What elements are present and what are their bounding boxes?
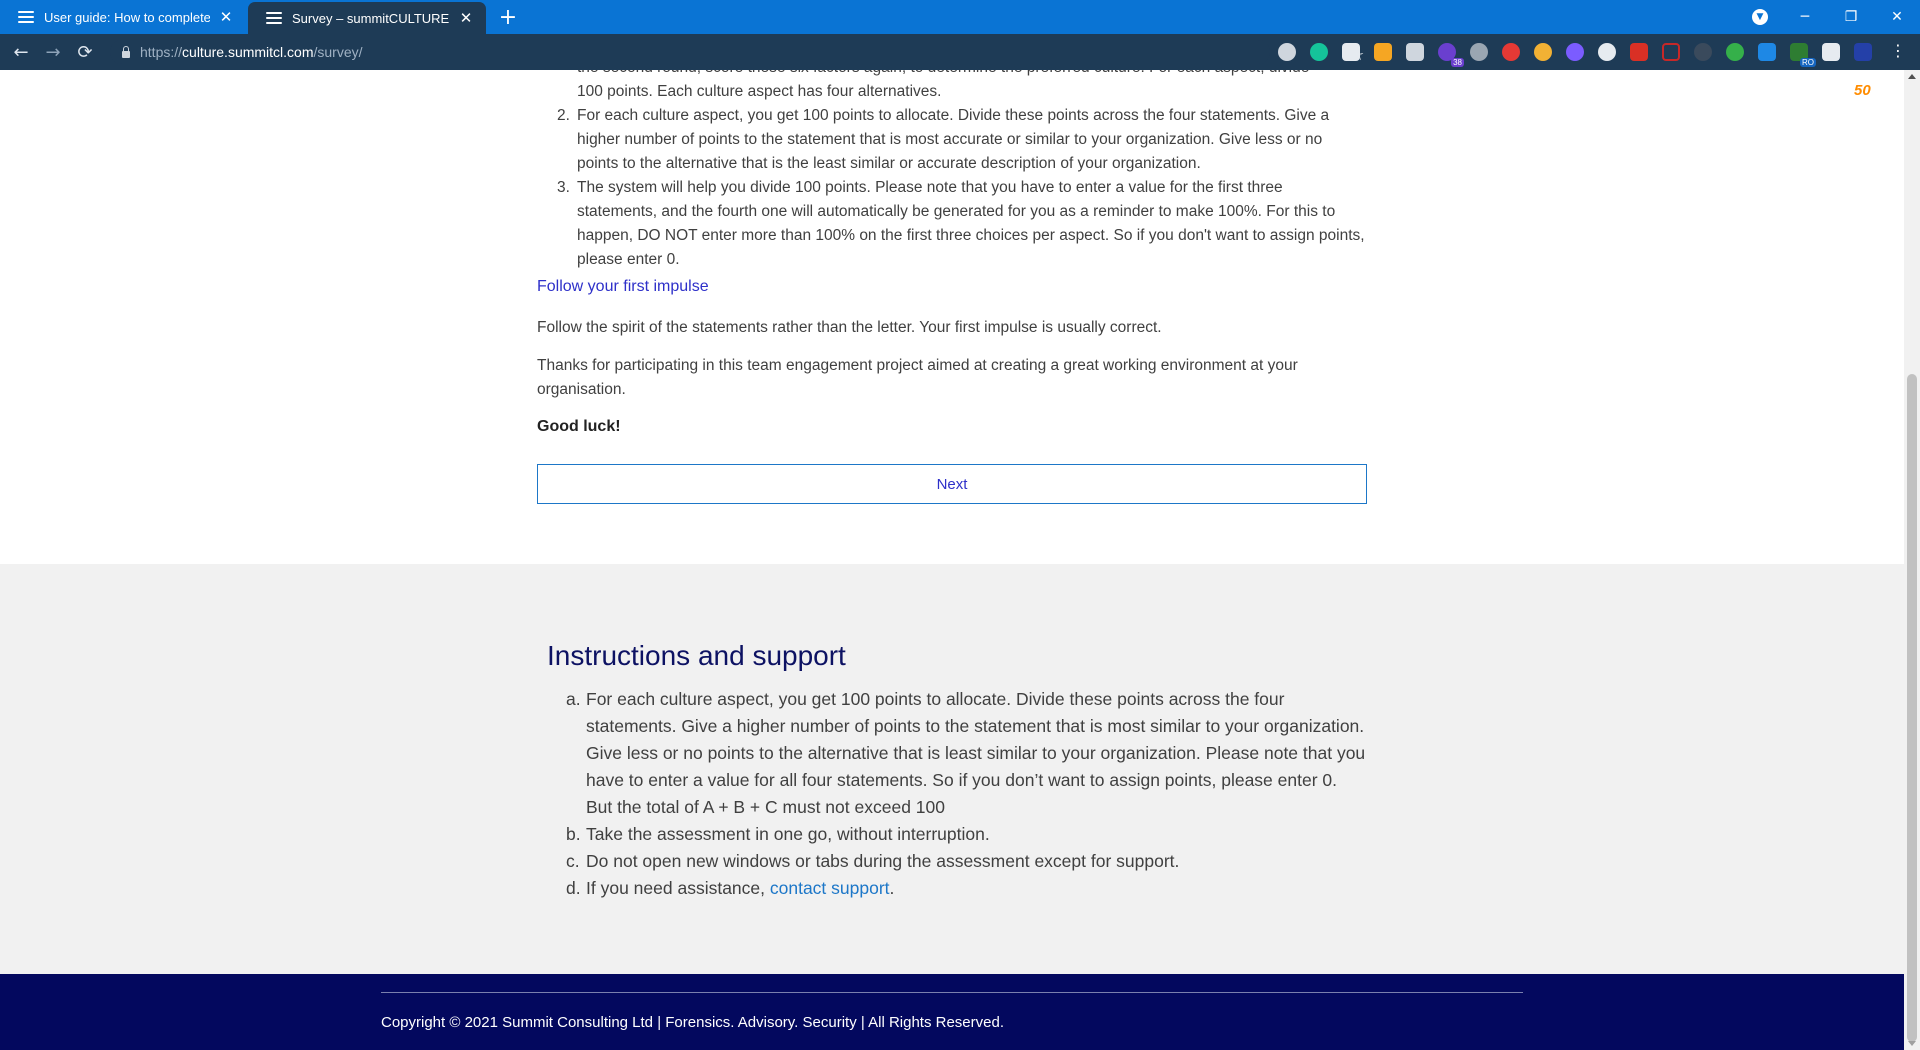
list-item: c. Do not open new windows or tabs durin… xyxy=(566,848,1366,875)
list-item-text: Take the assessment in one go, without i… xyxy=(586,824,990,844)
face-extension-icon[interactable] xyxy=(1534,43,1552,61)
tab-survey[interactable]: Survey – summitCULTURE ✕ xyxy=(248,2,486,34)
cut-off-line: the second round, score these six factor… xyxy=(577,70,1367,80)
address-bar[interactable]: https://culture.summitcl.com/survey/ ☆ xyxy=(110,40,1364,64)
footer-divider xyxy=(381,992,1523,993)
list-item-text: The system will help you divide 100 poin… xyxy=(577,179,1365,268)
url-text: https://culture.summitcl.com/survey/ xyxy=(140,44,363,60)
contact-support-link[interactable]: contact support xyxy=(770,878,890,898)
reload-icon[interactable]: ⟳ xyxy=(74,41,96,63)
list-item: 3. The system will help you divide 100 p… xyxy=(557,176,1367,272)
close-tab-icon[interactable]: ✕ xyxy=(218,8,234,26)
tab-user-guide[interactable]: User guide: How to complete the ✕ xyxy=(0,0,246,34)
pin-extension-icon[interactable] xyxy=(1406,43,1424,61)
browser-menu-icon[interactable]: ⋮ xyxy=(1890,41,1906,60)
download-extension-icon[interactable] xyxy=(1342,43,1360,61)
close-tab-icon[interactable]: ✕ xyxy=(458,9,474,27)
impulse-text: Follow the spirit of the statements rath… xyxy=(537,319,1162,336)
mail-extension-icon[interactable] xyxy=(1630,43,1648,61)
back-icon[interactable]: ← xyxy=(10,41,32,63)
footer: Copyright © 2021 Summit Consulting Ltd |… xyxy=(0,974,1904,1050)
json-extension-icon[interactable] xyxy=(1854,43,1872,61)
seo-extension-icon[interactable] xyxy=(1374,43,1392,61)
scrollbar-thumb[interactable] xyxy=(1907,374,1917,1042)
check-extension-icon[interactable] xyxy=(1758,43,1776,61)
list-item-text: For each culture aspect, you get 100 poi… xyxy=(577,107,1330,172)
floating-badge-icon[interactable]: 50 xyxy=(1854,82,1878,106)
restore-button[interactable]: ❐ xyxy=(1828,0,1874,34)
copyright-text: Copyright © 2021 Summit Consulting Ltd |… xyxy=(381,1014,1004,1031)
site-favicon-icon xyxy=(266,12,282,24)
window-controls: ─ ❐ ✕ xyxy=(1782,0,1920,34)
support-title: Instructions and support xyxy=(547,640,846,671)
list-item: the second round, score these six factor… xyxy=(577,70,1367,104)
site-favicon-icon xyxy=(18,11,34,23)
list-item-text: For each culture aspect, you get 100 poi… xyxy=(586,689,1366,817)
new-tab-button[interactable]: + xyxy=(496,0,520,34)
list-item: d. If you need assistance, contact suppo… xyxy=(566,875,1366,902)
grammarly-extension-icon[interactable] xyxy=(1310,43,1328,61)
next-button[interactable]: Next xyxy=(537,464,1367,504)
good-luck-text: Good luck! xyxy=(537,418,621,435)
list-item: a. For each culture aspect, you get 100 … xyxy=(566,686,1366,821)
page-scrollbar[interactable] xyxy=(1904,70,1920,1050)
forward-icon[interactable]: → xyxy=(42,41,64,63)
chevron-down-icon[interactable]: ▼ xyxy=(1752,9,1768,25)
leaf-extension-icon[interactable] xyxy=(1726,43,1744,61)
page-viewport: the second round, score these six factor… xyxy=(0,70,1904,1050)
w-extension-icon[interactable] xyxy=(1598,43,1616,61)
camera-extension-icon[interactable] xyxy=(1278,43,1296,61)
gear-extension-icon[interactable] xyxy=(1566,43,1584,61)
adblock-extension-icon[interactable] xyxy=(1470,43,1488,61)
scroll-down-icon[interactable] xyxy=(1908,1041,1916,1046)
intro-list: the second round, score these six factor… xyxy=(557,70,1367,272)
list-item: b. Take the assessment in one go, withou… xyxy=(566,821,1366,848)
browser-tab-bar: User guide: How to complete the ✕ Survey… xyxy=(0,0,1920,34)
tab-title: User guide: How to complete the xyxy=(44,9,210,25)
minimize-button[interactable]: ─ xyxy=(1782,0,1828,34)
extensions-row: 38 RO xyxy=(1278,43,1886,67)
tab-title: Survey – summitCULTURE xyxy=(292,10,450,26)
circle-extension-icon[interactable] xyxy=(1694,43,1712,61)
list-item-text: If you need assistance, contact support. xyxy=(586,878,895,898)
list-item-text: Do not open new windows or tabs during t… xyxy=(586,851,1180,871)
puzzle-extensions-icon[interactable] xyxy=(1822,43,1840,61)
scroll-up-icon[interactable] xyxy=(1908,74,1916,79)
stop-extension-icon[interactable] xyxy=(1502,43,1520,61)
list-item: 2. For each culture aspect, you get 100 … xyxy=(557,104,1367,176)
impulse-heading: Follow your first impulse xyxy=(537,278,709,295)
thanks-text: Thanks for participating in this team en… xyxy=(537,357,1298,398)
lock-icon xyxy=(122,45,130,58)
counter-extension-icon[interactable]: 38 xyxy=(1438,43,1464,67)
k-extension-icon[interactable] xyxy=(1662,43,1680,61)
support-list: a. For each culture aspect, you get 100 … xyxy=(566,686,1366,902)
list-item-text: 100 points. Each culture aspect has four… xyxy=(577,83,942,100)
close-window-button[interactable]: ✕ xyxy=(1874,0,1920,34)
browser-toolbar: ← → ⟳ https://culture.summitcl.com/surve… xyxy=(0,34,1920,70)
translate-extension-icon[interactable]: RO xyxy=(1790,43,1816,67)
instructions-support-section: Instructions and support a. For each cul… xyxy=(0,564,1904,974)
